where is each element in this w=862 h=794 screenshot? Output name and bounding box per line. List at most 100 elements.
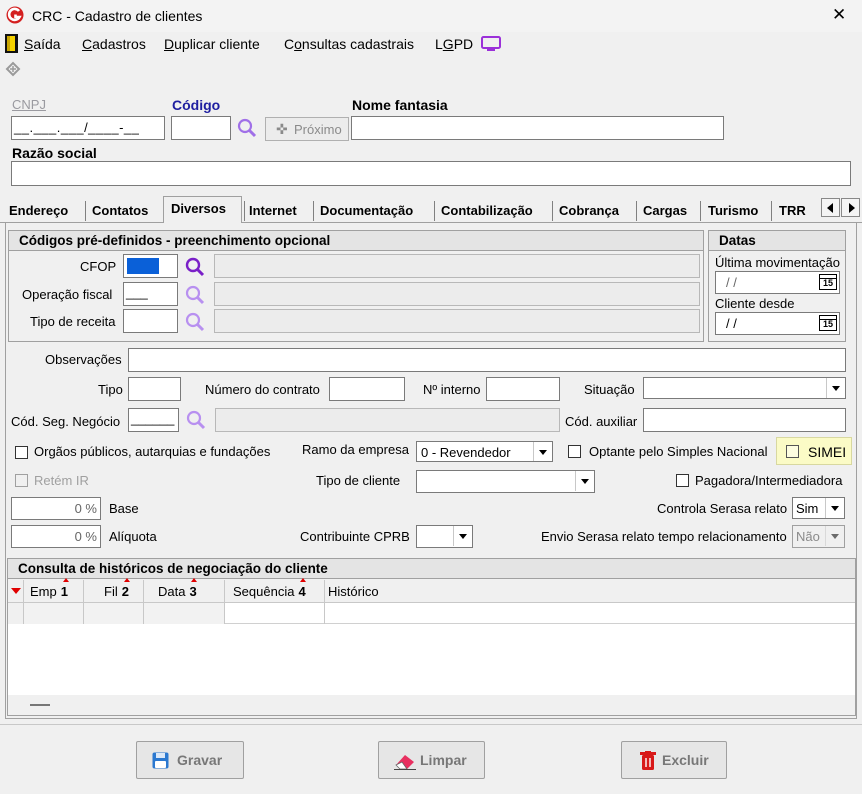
limpar-label: Limpar (420, 752, 467, 768)
razao-social-input[interactable] (11, 161, 851, 186)
tab-scroll-left-button[interactable] (821, 198, 840, 217)
controla-serasa-select[interactable]: Sim (792, 497, 845, 519)
tab-trr[interactable]: TRR (775, 199, 810, 222)
tab-contatos[interactable]: Contatos (88, 199, 152, 222)
title-bar: CRC - Cadastro de clientes ✕ (0, 0, 862, 32)
tab-turismo[interactable]: Turismo (704, 199, 762, 222)
cliente-desde-value: / / (726, 316, 737, 331)
ultima-movimentacao-label: Última movimentação (715, 255, 840, 270)
cliente-desde-label: Cliente desde (715, 296, 795, 311)
pagadora-checkbox[interactable] (676, 474, 689, 487)
codigo-input[interactable] (171, 116, 231, 140)
grid-footer (8, 695, 855, 715)
operacao-fiscal-description (214, 282, 700, 306)
tab-documentacao[interactable]: Documentação (316, 199, 417, 222)
trash-icon (640, 751, 656, 770)
tipo-cliente-select[interactable] (416, 470, 595, 493)
chevron-down-icon (826, 378, 844, 398)
col-sequencia[interactable]: Sequência 4 (225, 580, 325, 602)
exit-door-icon (5, 34, 18, 53)
sort-desc-icon (11, 588, 21, 594)
cell-sequencia (225, 603, 325, 624)
datas-group-title: Datas (709, 231, 845, 251)
menu-consultas-cadastrais[interactable]: Consultas cadastrais (284, 36, 414, 52)
observacoes-input[interactable] (128, 348, 846, 372)
aliquota-label: Alíquota (109, 529, 157, 544)
tab-contabilizacao[interactable]: Contabilização (437, 199, 537, 222)
tab-separator (636, 201, 637, 221)
cnpj-input[interactable]: __.___.___/____-__ (11, 116, 165, 140)
arrow-right-icon (849, 203, 855, 213)
table-row[interactable] (8, 603, 855, 624)
col-historico[interactable]: Histórico (325, 580, 855, 602)
orgaos-publicos-checkbox[interactable] (15, 446, 28, 459)
codigo-search-icon[interactable] (236, 117, 258, 139)
col-emp-label: Emp (30, 584, 57, 599)
n-interno-input[interactable] (486, 377, 560, 401)
cod-seg-negocio-label: Cód. Seg. Negócio (11, 414, 121, 429)
cod-seg-negocio-input[interactable]: ______ (128, 408, 179, 432)
monitor-icon[interactable] (481, 36, 501, 52)
numero-contrato-input[interactable] (329, 377, 405, 401)
ultima-movimentacao-input[interactable]: / / 15 (715, 271, 840, 294)
col-fil[interactable]: Fil 2 (84, 580, 144, 602)
contribuinte-cprb-label: Contribuinte CPRB (300, 529, 410, 544)
codigo-label: Código (172, 97, 221, 113)
optante-simples-checkbox[interactable] (568, 445, 581, 458)
col-data[interactable]: Data 3 (144, 580, 225, 602)
cod-seg-negocio-value: ______ (131, 411, 175, 426)
menu-duplicar-cliente[interactable]: Duplicar cliente (164, 36, 260, 52)
tipo-receita-input[interactable] (123, 309, 178, 333)
tab-cargas[interactable]: Cargas (639, 199, 691, 222)
simei-checkbox[interactable] (786, 445, 799, 458)
cell-fil (84, 603, 144, 624)
tab-endereco[interactable]: Endereço (5, 199, 72, 222)
tab-cobranca[interactable]: Cobrança (555, 199, 623, 222)
col-emp-sort: 1 (60, 584, 68, 599)
operacao-search-icon[interactable] (184, 284, 206, 306)
grid-indicator-header (8, 580, 24, 602)
contribuinte-cprb-select[interactable] (416, 525, 473, 548)
envio-serasa-select[interactable]: Não (792, 525, 845, 548)
tab-scroll-right-button[interactable] (841, 198, 860, 217)
tipo-receita-label: Tipo de receita (30, 314, 116, 329)
simei-label: SIMEI (808, 444, 847, 460)
cfop-search-icon[interactable] (184, 256, 206, 278)
tipo-input[interactable] (128, 377, 181, 401)
grid-toolbar-icon[interactable] (4, 60, 22, 78)
proximo-button[interactable]: ✜ Próximo (265, 117, 349, 141)
cod-auxiliar-input[interactable] (643, 408, 846, 432)
calendar-icon[interactable]: 15 (819, 274, 837, 290)
operacao-fiscal-input[interactable]: ___ (123, 282, 178, 306)
aliquota-value: 0 % (74, 529, 97, 544)
tipo-receita-search-icon[interactable] (184, 311, 206, 333)
tab-internet[interactable]: Internet (245, 199, 301, 222)
gravar-button[interactable]: Gravar (136, 741, 244, 779)
retem-ir-checkbox[interactable] (15, 474, 28, 487)
grid-footer-bar (30, 704, 50, 706)
cod-seg-search-icon[interactable] (185, 409, 207, 431)
cfop-input[interactable] (123, 254, 178, 278)
base-input[interactable]: 0 % (11, 497, 101, 520)
menu-cadastros[interactable]: Cadastros (82, 36, 146, 52)
limpar-button[interactable]: Limpar (378, 741, 485, 779)
simei-container: SIMEI (776, 437, 852, 465)
cliente-desde-input[interactable]: / / 15 (715, 312, 840, 335)
nome-fantasia-input[interactable] (351, 116, 724, 140)
col-emp[interactable]: Emp 1 (24, 580, 84, 602)
tab-separator (434, 201, 435, 221)
menu-bar: Saída Cadastros Duplicar cliente Consult… (0, 32, 862, 56)
situacao-select[interactable] (643, 377, 846, 399)
menu-lgpd[interactable]: LGPD (435, 36, 473, 52)
tab-diversos[interactable]: Diversos (167, 197, 230, 220)
menu-saida[interactable]: Saída (24, 36, 61, 52)
excluir-button[interactable]: Excluir (621, 741, 727, 779)
window-title: CRC - Cadastro de clientes (32, 8, 203, 24)
col-data-sort: 3 (189, 584, 197, 599)
ramo-empresa-select[interactable]: 0 - Revendedor (416, 441, 553, 462)
calendar-icon[interactable]: 15 (819, 315, 837, 331)
close-window-button[interactable]: ✕ (832, 5, 846, 25)
aliquota-input[interactable]: 0 % (11, 525, 101, 548)
controla-serasa-label: Controla Serasa relato (657, 501, 788, 516)
footer-divider (0, 724, 862, 725)
